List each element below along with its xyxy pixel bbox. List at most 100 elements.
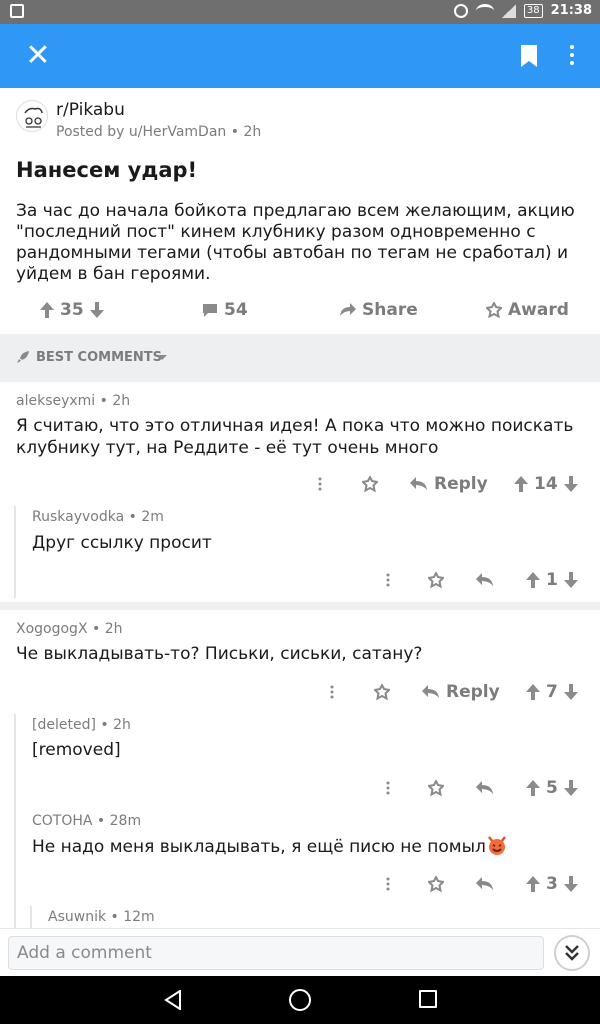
comment-meta[interactable]: Asuwnik • 12m bbox=[48, 909, 155, 925]
add-comment-input[interactable]: Add a comment bbox=[8, 936, 544, 970]
comment-text: [removed] bbox=[32, 740, 121, 760]
comment-vote: 7 bbox=[526, 678, 578, 706]
comment-actions: 1 bbox=[0, 566, 600, 594]
reply-icon[interactable] bbox=[476, 566, 494, 594]
reply-icon[interactable] bbox=[476, 774, 494, 802]
comment: Ruskayvodka • 2m Друг ссылку просит 1 bbox=[0, 502, 600, 598]
more-vertical-icon[interactable] bbox=[330, 678, 334, 706]
comment-text: Я считаю, что это отличная идея! А пока … bbox=[16, 416, 574, 458]
subreddit-avatar[interactable] bbox=[16, 100, 48, 132]
status-icons: 38 21:38 bbox=[453, 3, 592, 18]
comment-meta[interactable]: alekseyxmi • 2h bbox=[16, 393, 130, 409]
reply-label: Reply bbox=[446, 682, 500, 702]
comment-actions: Reply 14 bbox=[0, 470, 600, 498]
comment-text: Че выкладывать-то? Письки, сиськи, сатан… bbox=[16, 644, 423, 664]
devil-emoji-icon bbox=[487, 836, 506, 855]
comment: СОТОНА • 28m Не надо меня выкладывать, я… bbox=[0, 806, 600, 902]
post-score: 35 bbox=[60, 300, 84, 320]
jump-to-next-comment-button[interactable] bbox=[554, 935, 590, 971]
image-notification-icon bbox=[10, 4, 24, 18]
reply-button[interactable]: Reply bbox=[422, 678, 500, 706]
post-vote: 35 bbox=[40, 300, 104, 320]
more-vertical-icon[interactable] bbox=[566, 42, 578, 70]
double-chevron-down-icon bbox=[565, 945, 579, 961]
reply-icon[interactable] bbox=[476, 870, 494, 898]
post-title: Нанесем удар! bbox=[16, 158, 198, 182]
upvote-icon[interactable] bbox=[526, 572, 540, 588]
more-vertical-icon[interactable] bbox=[386, 870, 390, 898]
rocket-icon bbox=[17, 351, 29, 363]
comment-separator bbox=[0, 602, 600, 610]
comment-score: 5 bbox=[546, 778, 558, 798]
share-icon bbox=[340, 303, 356, 316]
back-icon[interactable] bbox=[164, 990, 182, 1010]
upvote-icon[interactable] bbox=[40, 302, 54, 318]
home-icon[interactable] bbox=[289, 989, 311, 1011]
thread-line[interactable] bbox=[30, 906, 32, 928]
comment-vote: 5 bbox=[526, 774, 578, 802]
downvote-icon[interactable] bbox=[563, 572, 578, 588]
share-button[interactable]: Share bbox=[340, 300, 418, 320]
alarm-icon bbox=[453, 3, 468, 18]
comment: Asuwnik • 12m bbox=[0, 902, 600, 928]
reply-icon bbox=[410, 477, 427, 490]
close-icon[interactable]: ✕ bbox=[20, 38, 56, 74]
award-icon bbox=[486, 302, 502, 318]
comment-text: Не надо меня выкладывать, я ещё писю не … bbox=[32, 835, 584, 858]
comment-score: 14 bbox=[534, 474, 558, 494]
award-icon[interactable] bbox=[362, 470, 378, 498]
upvote-icon[interactable] bbox=[514, 476, 528, 492]
comment-actions: 3 bbox=[0, 870, 600, 898]
subreddit-name[interactable]: r/Pikabu bbox=[56, 100, 125, 120]
downvote-icon[interactable] bbox=[563, 780, 578, 796]
more-vertical-icon[interactable] bbox=[386, 566, 390, 594]
comment-score: 1 bbox=[546, 570, 558, 590]
reply-button[interactable]: Reply bbox=[410, 470, 488, 498]
comments-count-button[interactable]: 54 bbox=[202, 300, 248, 320]
award-icon[interactable] bbox=[374, 678, 390, 706]
downvote-icon[interactable] bbox=[563, 684, 578, 700]
award-label: Award bbox=[508, 300, 569, 320]
post-author-meta[interactable]: Posted by u/HerVamDan • 2h bbox=[56, 124, 261, 140]
battery-icon: 38 bbox=[523, 3, 543, 18]
comments-count: 54 bbox=[224, 300, 248, 320]
comment-meta[interactable]: СОТОНА • 28m bbox=[32, 813, 141, 829]
award-button[interactable]: Award bbox=[486, 300, 569, 320]
post-actions: 35 54 Share Award bbox=[0, 292, 600, 328]
award-icon[interactable] bbox=[428, 774, 444, 802]
sort-bar[interactable]: BEST COMMENTS bbox=[0, 334, 600, 382]
award-icon[interactable] bbox=[428, 870, 444, 898]
downvote-icon[interactable] bbox=[563, 876, 578, 892]
comment-meta[interactable]: [deleted] • 2h bbox=[32, 717, 131, 733]
downvote-icon[interactable] bbox=[89, 302, 104, 318]
post-body: За час до начала бойкота предлагаю всем … bbox=[16, 201, 575, 284]
comment-meta[interactable]: XogogogX • 2h bbox=[16, 621, 122, 637]
comment-meta[interactable]: Ruskayvodka • 2m bbox=[32, 509, 164, 525]
comment-composer: Add a comment bbox=[0, 928, 600, 976]
more-vertical-icon[interactable] bbox=[386, 774, 390, 802]
signal-icon bbox=[501, 3, 516, 18]
comment-score: 7 bbox=[546, 682, 558, 702]
reply-icon bbox=[422, 685, 439, 698]
upvote-icon[interactable] bbox=[526, 876, 540, 892]
upvote-icon[interactable] bbox=[526, 684, 540, 700]
upvote-icon[interactable] bbox=[526, 780, 540, 796]
bookmark-icon[interactable] bbox=[520, 45, 538, 67]
clock: 21:38 bbox=[550, 3, 592, 18]
comment-vote: 3 bbox=[526, 870, 578, 898]
recents-icon[interactable] bbox=[419, 990, 437, 1008]
comment: [deleted] • 2h [removed] 5 bbox=[0, 710, 600, 932]
comment: alekseyxmi • 2h Я считаю, что это отличн… bbox=[0, 382, 600, 502]
status-bar: 38 21:38 bbox=[0, 0, 600, 24]
system-navigation-bar bbox=[0, 976, 600, 1024]
app-bar: ✕ bbox=[0, 24, 600, 88]
award-icon[interactable] bbox=[428, 566, 444, 594]
share-label: Share bbox=[362, 300, 418, 320]
downvote-icon[interactable] bbox=[563, 476, 578, 492]
reply-label: Reply bbox=[434, 474, 488, 494]
chevron-down-icon bbox=[157, 355, 167, 360]
wifi-icon bbox=[475, 3, 494, 18]
comment-actions: Reply 7 bbox=[0, 678, 600, 706]
sort-label: BEST COMMENTS bbox=[36, 350, 163, 365]
more-vertical-icon[interactable] bbox=[318, 470, 322, 498]
